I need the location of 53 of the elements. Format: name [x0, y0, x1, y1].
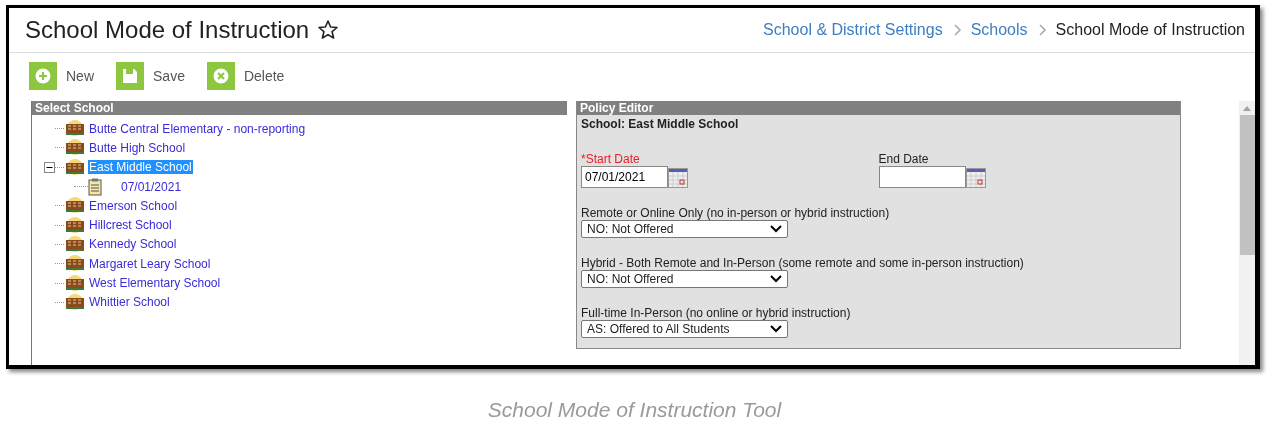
tree-item[interactable]: Emerson School	[88, 198, 179, 213]
breadcrumb-link[interactable]: Schools	[970, 21, 1028, 39]
tree-item[interactable]: Butte Central Elementary - non-reporting	[88, 121, 307, 136]
chevron-down-icon	[770, 275, 782, 283]
field-label: *Start Date	[581, 152, 641, 166]
toolbar-button[interactable]: Delete	[206, 61, 285, 90]
dropdown[interactable]: NO: Not Offered	[581, 220, 788, 238]
school-building-icon	[64, 120, 86, 138]
page-title: School Mode of Instruction	[25, 16, 310, 44]
tree-item[interactable]: Margaret Leary School	[88, 256, 212, 271]
school-building-icon	[64, 235, 86, 253]
dropdown[interactable]: AS: Offered to All Students	[581, 320, 788, 338]
chevron-down-icon	[770, 225, 782, 233]
breadcrumb-link[interactable]: School & District Settings	[763, 21, 943, 39]
toolbar-button[interactable]: Save	[116, 61, 185, 90]
clipboard-icon	[88, 177, 102, 196]
school-building-icon	[64, 139, 86, 157]
plus-icon	[34, 66, 52, 85]
tree-item[interactable]: West Elementary School	[88, 276, 222, 290]
scrollbar-thumb[interactable]	[1239, 115, 1255, 255]
field-label: Remote or Online Only (no in-person or hybrid instruction)	[581, 206, 891, 220]
tree-item[interactable]: Whittier School	[88, 295, 171, 310]
dropdown[interactable]: NO: Not Offered	[581, 270, 788, 288]
collapse-icon[interactable]	[44, 161, 55, 173]
calendar-icon[interactable]	[965, 168, 986, 188]
close-icon	[211, 66, 230, 85]
chevron-icon	[951, 23, 962, 37]
school-building-icon	[64, 197, 86, 215]
field-label: Hybrid - Both Remote and In-Person (some remote and some in-person instruction)	[581, 256, 1025, 270]
panel-header: Select School	[32, 101, 567, 115]
date-field[interactable]	[878, 166, 966, 188]
chevron-down-icon	[770, 325, 782, 333]
figure-caption: School Mode of Instruction Tool	[486, 398, 783, 422]
school-building-icon	[64, 216, 86, 234]
school-building-icon	[64, 293, 86, 311]
scrollbar[interactable]	[1239, 101, 1255, 365]
tree-item[interactable]: Butte High School	[88, 140, 187, 155]
chevron-icon	[1036, 23, 1047, 37]
school-building-icon	[64, 274, 86, 292]
tree-item[interactable]: Hillcrest School	[88, 218, 173, 233]
breadcrumb-current: School Mode of Instruction	[1055, 21, 1245, 39]
tree-item[interactable]: 07/01/2021	[120, 179, 183, 194]
school-building-icon	[64, 158, 86, 176]
school-building-icon	[64, 255, 86, 273]
calendar-icon[interactable]	[668, 168, 688, 188]
school-name: School: East Middle School	[581, 117, 740, 131]
star-icon[interactable]	[317, 19, 340, 41]
field-label: Full-time In-Person (no online or hybrid instruction)	[581, 306, 852, 320]
toolbar-button[interactable]: New	[29, 61, 94, 90]
tree-item[interactable]: Kennedy School	[88, 237, 178, 252]
panel-header: Policy Editor	[577, 101, 1180, 115]
field-label: End Date	[878, 152, 930, 166]
date-field[interactable]: 07/01/2021	[581, 166, 668, 188]
